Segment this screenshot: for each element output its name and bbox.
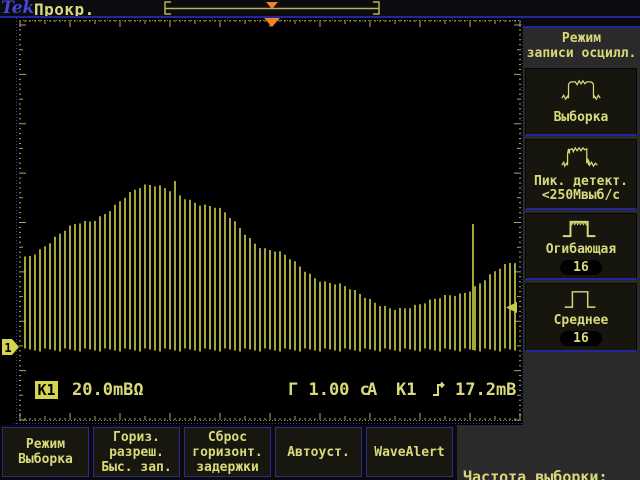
bottom-button-horiz-line1: Гориз. bbox=[113, 430, 160, 445]
menu-item-average[interactable]: Среднее 16 bbox=[525, 283, 637, 352]
menu-item-peak-label-line2: <250Мвыб/с bbox=[534, 189, 628, 203]
trigger-mode-readout: А bbox=[367, 380, 377, 400]
trigger-position-triangle-icon bbox=[264, 18, 280, 27]
waveform-svg: 1 bbox=[0, 18, 523, 425]
sample-rate-area: Частота выборки: 50.0 выб/с bbox=[457, 425, 640, 480]
bottom-button-mode-line2: Выборка bbox=[18, 452, 73, 467]
trigger-level-arrow-icon bbox=[506, 302, 517, 313]
trigger-source-readout: К1 bbox=[396, 380, 416, 400]
channel-badge: К1 bbox=[35, 381, 58, 399]
trigger-slope-rising-icon bbox=[432, 381, 447, 398]
menu-item-envelope-label: Огибающая bbox=[546, 243, 616, 257]
bottom-button-autoset-label: Автоуст. bbox=[287, 445, 350, 460]
right-menu-panel: Режим записи осцилл. Выборка Пик. детект… bbox=[523, 26, 640, 480]
bottom-button-horiz-resolution[interactable]: Гориз. разреш. Быс. зап. bbox=[93, 427, 180, 477]
record-view-bar bbox=[160, 0, 400, 17]
sample-rate-label: Частота выборки: bbox=[463, 468, 608, 480]
bottom-button-mode-line1: Режим bbox=[26, 437, 65, 452]
envelope-icon bbox=[559, 217, 603, 239]
right-menu-title-line1: Режим bbox=[523, 31, 640, 46]
envelope-count-badge: 16 bbox=[560, 260, 602, 275]
menu-item-peak-detect[interactable]: Пик. детект. <250Мвыб/с bbox=[525, 139, 637, 210]
waveform-display: 1 К1 20.0mBΩ Г 1.00 с А К1 17.2mB bbox=[0, 18, 523, 425]
bottom-button-reset-delay[interactable]: Сброс горизонт. задержки bbox=[184, 427, 271, 477]
right-menu-title: Режим записи осцилл. bbox=[523, 31, 640, 61]
sample-waveform-icon bbox=[559, 78, 603, 102]
right-menu-title-line2: записи осцилл. bbox=[523, 46, 640, 61]
bottom-button-autoset[interactable]: Автоуст. bbox=[275, 427, 362, 477]
bottom-button-wavealert[interactable]: WaveAlert bbox=[366, 427, 453, 477]
bottom-button-horiz-line2: разреш. bbox=[109, 445, 164, 460]
bottom-button-horiz-line3: Быс. зап. bbox=[101, 460, 171, 475]
bottom-button-reset-line3: задержки bbox=[196, 460, 259, 475]
menu-item-envelope[interactable]: Огибающая 16 bbox=[525, 213, 637, 280]
vertical-scale-readout: 20.0mBΩ bbox=[72, 380, 144, 400]
menu-item-average-label: Среднее bbox=[554, 314, 609, 328]
channel1-marker-number: 1 bbox=[4, 341, 11, 355]
average-count-badge: 16 bbox=[560, 331, 602, 346]
oscilloscope-screen: Tek Прокр. 1 К bbox=[0, 0, 640, 480]
horizontal-scale-readout: Г 1.00 с bbox=[288, 380, 370, 400]
graticule-ticks bbox=[19, 20, 521, 420]
bottom-button-wavealert-label: WaveAlert bbox=[374, 445, 444, 460]
menu-item-sample-label: Выборка bbox=[554, 111, 609, 125]
bottom-button-mode[interactable]: Режим Выборка bbox=[2, 427, 89, 477]
bottom-button-reset-line2: горизонт. bbox=[192, 445, 262, 460]
menu-item-sample[interactable]: Выборка bbox=[525, 68, 637, 136]
bottom-button-reset-line1: Сброс bbox=[208, 430, 247, 445]
average-icon bbox=[559, 288, 603, 310]
menu-item-peak-label-line1: Пик. детект. bbox=[534, 175, 628, 189]
channel1-trace bbox=[25, 181, 515, 352]
trigger-level-readout: 17.2mB bbox=[455, 380, 516, 400]
peak-detect-icon bbox=[559, 145, 603, 169]
bottom-menu-bar: Режим Выборка Гориз. разреш. Быс. зап. С… bbox=[0, 425, 457, 480]
top-status-bar: Tek Прокр. bbox=[0, 0, 640, 17]
